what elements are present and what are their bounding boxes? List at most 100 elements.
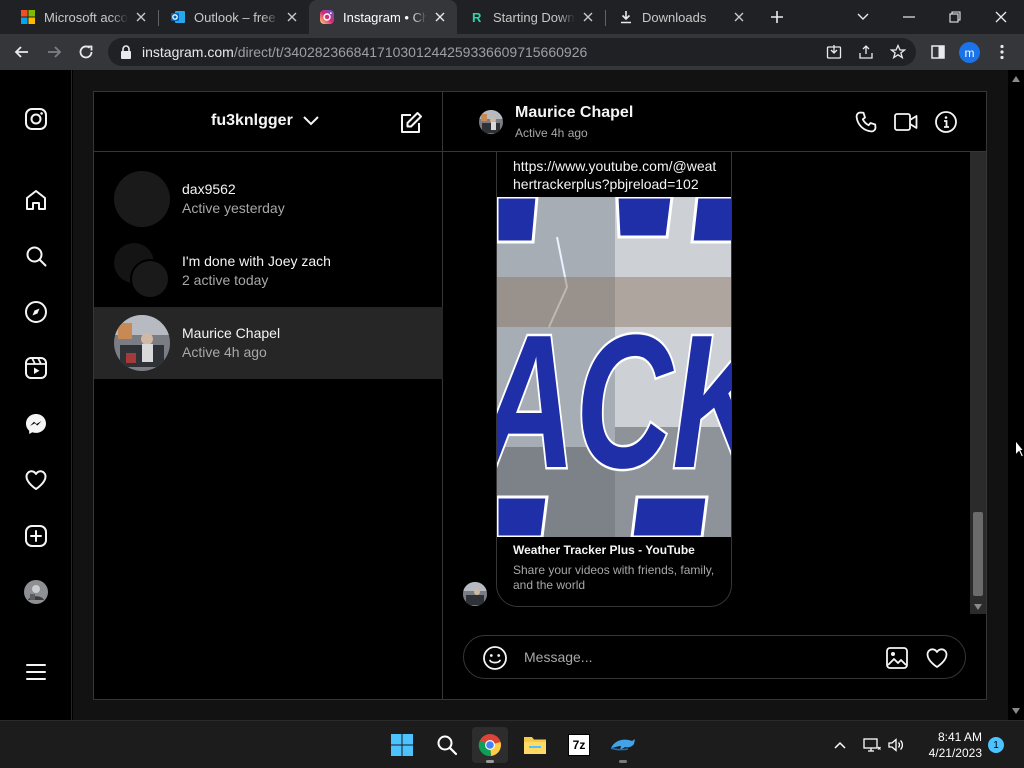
account-name: fu3knlgger bbox=[211, 112, 293, 129]
create-plus-icon[interactable] bbox=[22, 522, 50, 550]
taskbar-chrome[interactable] bbox=[472, 727, 508, 763]
audio-call-button[interactable] bbox=[852, 108, 880, 136]
folder-icon bbox=[524, 737, 546, 754]
message-link-text[interactable]: https://www.youtube.com/@weathertrackerp… bbox=[513, 157, 719, 193]
tab-close-icon[interactable] bbox=[433, 10, 447, 24]
more-vertical-icon bbox=[1000, 44, 1004, 60]
avatar bbox=[114, 315, 170, 371]
clock-time: 8:41 AM bbox=[937, 730, 982, 744]
tab-close-icon[interactable] bbox=[285, 10, 299, 24]
video-camera-icon bbox=[894, 113, 918, 131]
profile-avatar-icon[interactable] bbox=[22, 578, 50, 606]
sender-avatar[interactable] bbox=[463, 582, 487, 606]
chevron-down-icon bbox=[303, 116, 319, 126]
address-bar[interactable]: instagram.com/direct/t/34028236684171030… bbox=[108, 38, 916, 66]
thread-item-group[interactable]: I'm done with Joey zach 2 active today bbox=[94, 235, 443, 307]
thread-item-dax9562[interactable]: dax9562 Active yesterday bbox=[94, 163, 443, 235]
chat-panel: Maurice Chapel Active 4h ago https://www… bbox=[443, 92, 986, 699]
conversation-info-button[interactable] bbox=[932, 108, 960, 136]
explore-compass-icon[interactable] bbox=[22, 298, 50, 326]
thread-item-maurice-chapel[interactable]: Maurice Chapel Active 4h ago bbox=[94, 307, 443, 379]
more-menu-icon[interactable] bbox=[22, 658, 50, 686]
scrollbar-thumb[interactable] bbox=[973, 512, 983, 596]
thread-list: fu3knlgger dax9562 Active yesterday I'm … bbox=[94, 92, 443, 699]
message-input[interactable] bbox=[524, 646, 864, 668]
tab-instagram[interactable]: Instagram • Chats bbox=[309, 0, 457, 34]
back-button[interactable] bbox=[8, 38, 36, 66]
chevron-down-icon bbox=[857, 13, 869, 20]
browser-toolbar: instagram.com/direct/t/34028236684171030… bbox=[0, 34, 1024, 70]
start-button[interactable] bbox=[384, 727, 420, 763]
tab-close-icon[interactable] bbox=[581, 10, 595, 24]
messenger-icon[interactable] bbox=[22, 410, 50, 438]
tab-title: Microsoft account bbox=[44, 9, 128, 25]
side-panel-button[interactable] bbox=[924, 38, 952, 66]
home-icon[interactable] bbox=[22, 186, 50, 214]
taskbar-dolphin[interactable] bbox=[605, 727, 641, 763]
new-tab-button[interactable] bbox=[754, 0, 800, 34]
instagram-page: fu3knlgger dax9562 Active yesterday I'm … bbox=[0, 70, 1024, 720]
chat-contact-name[interactable]: Maurice Chapel bbox=[515, 104, 633, 122]
account-switcher[interactable]: fu3knlgger bbox=[211, 112, 319, 130]
reload-icon bbox=[79, 45, 93, 59]
phone-icon bbox=[855, 111, 877, 133]
chat-avatar[interactable] bbox=[479, 110, 503, 134]
like-button[interactable] bbox=[924, 645, 950, 671]
restore-button[interactable] bbox=[932, 0, 978, 34]
reels-icon[interactable] bbox=[22, 354, 50, 382]
tab-strip: Microsoft account Outlook – free persona… bbox=[0, 0, 1024, 34]
mouse-cursor-icon bbox=[1015, 440, 1024, 458]
taskbar-search-button[interactable] bbox=[429, 727, 465, 763]
link-preview-thumbnail[interactable]: ACK bbox=[497, 197, 731, 537]
scroll-down-arrow-icon bbox=[974, 604, 982, 610]
profile-avatar[interactable]: m bbox=[959, 42, 980, 63]
share-button[interactable] bbox=[852, 38, 880, 66]
taskbar-file-explorer[interactable] bbox=[517, 727, 553, 763]
new-message-button[interactable] bbox=[398, 110, 424, 136]
url-host: instagram.com bbox=[142, 44, 234, 60]
notifications-heart-icon[interactable] bbox=[22, 466, 50, 494]
chrome-logo-icon bbox=[478, 734, 501, 757]
link-message-bubble[interactable]: https://www.youtube.com/@weathertrackerp… bbox=[496, 152, 732, 607]
system-tray-quick-settings[interactable] bbox=[856, 727, 912, 763]
install-app-button[interactable] bbox=[820, 38, 848, 66]
video-call-button[interactable] bbox=[892, 108, 920, 136]
chat-scrollbar[interactable] bbox=[970, 152, 986, 614]
page-scrollbar[interactable] bbox=[1008, 70, 1024, 720]
chat-header: Maurice Chapel Active 4h ago bbox=[443, 92, 986, 152]
taskbar-7zip[interactable]: 7z bbox=[561, 727, 597, 763]
tab-downloads[interactable]: Downloads bbox=[606, 0, 756, 34]
tab-close-icon[interactable] bbox=[134, 10, 148, 24]
tab-title: Instagram • Chats bbox=[343, 9, 427, 25]
link-preview-title: Weather Tracker Plus - YouTube bbox=[513, 543, 695, 557]
tab-microsoft-account[interactable]: Microsoft account bbox=[0, 0, 158, 34]
close-window-button[interactable] bbox=[978, 0, 1024, 34]
taskbar-clock[interactable]: 8:41 AM 4/21/2023 bbox=[912, 729, 982, 761]
restore-icon bbox=[949, 11, 961, 23]
emoji-button[interactable] bbox=[482, 645, 508, 671]
menu-button[interactable] bbox=[988, 38, 1016, 66]
tab-close-icon[interactable] bbox=[732, 10, 746, 24]
tab-title: Starting Download bbox=[493, 9, 575, 25]
forward-button[interactable] bbox=[40, 38, 68, 66]
nav-rail bbox=[0, 70, 72, 720]
add-photo-button[interactable] bbox=[884, 645, 910, 671]
group-avatar bbox=[114, 243, 170, 299]
thread-name: I'm done with Joey zach bbox=[182, 253, 331, 269]
dolphin-icon bbox=[610, 739, 635, 751]
minimize-button[interactable] bbox=[886, 0, 932, 34]
thread-name: dax9562 bbox=[182, 181, 236, 197]
reload-button[interactable] bbox=[72, 38, 100, 66]
bookmark-button[interactable] bbox=[884, 38, 912, 66]
install-icon bbox=[826, 45, 842, 59]
tab-search-button[interactable] bbox=[840, 0, 886, 34]
scroll-up-arrow-icon bbox=[1012, 76, 1020, 82]
show-hidden-icons-button[interactable] bbox=[822, 727, 858, 763]
search-icon[interactable] bbox=[22, 242, 50, 270]
lock-icon[interactable] bbox=[120, 45, 134, 59]
tab-outlook[interactable]: Outlook – free personal email bbox=[150, 0, 309, 34]
notification-badge[interactable]: 1 bbox=[988, 737, 1004, 753]
heart-icon bbox=[926, 648, 948, 668]
instagram-icon[interactable] bbox=[22, 105, 50, 133]
tab-starting-download[interactable]: R Starting Download bbox=[457, 0, 605, 34]
